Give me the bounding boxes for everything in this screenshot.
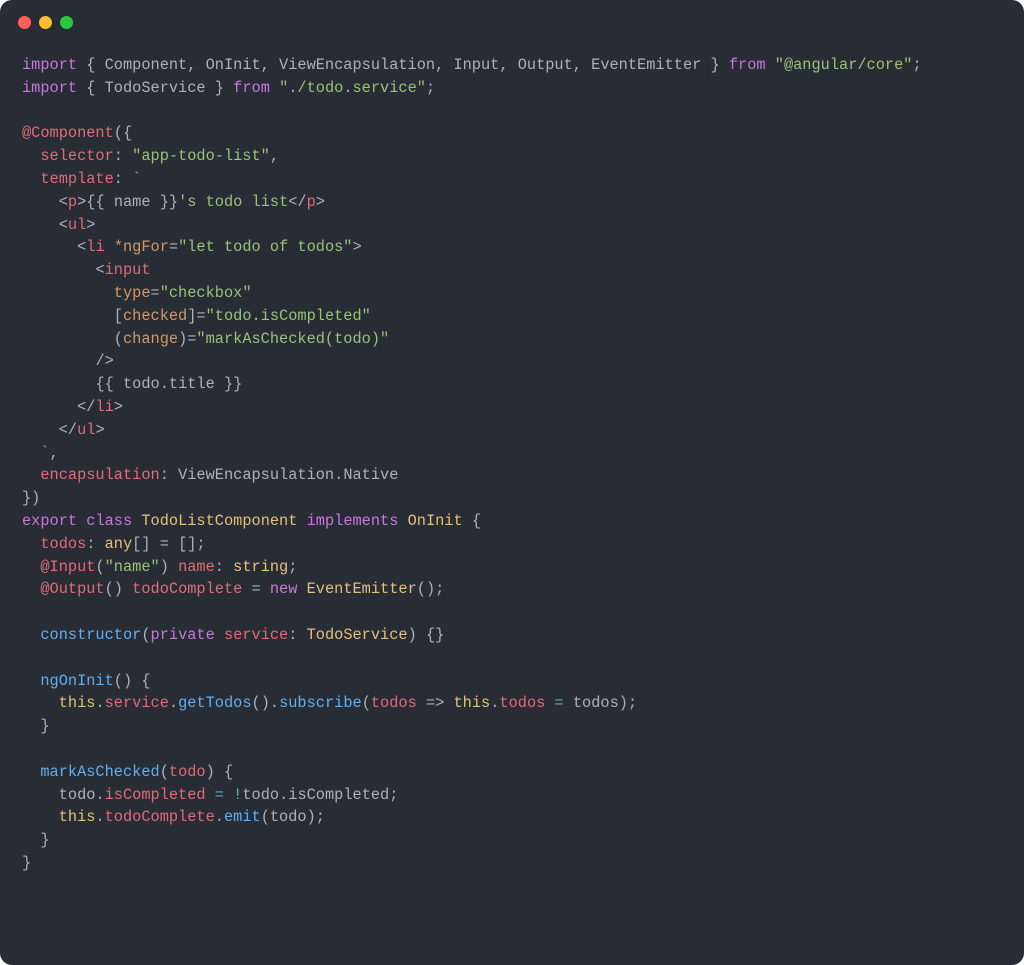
line-decorator-close: }) [22, 489, 40, 507]
line-ngoninit-close: } [22, 717, 50, 735]
close-icon[interactable] [18, 16, 31, 29]
line-selector: selector: "app-todo-list", [22, 147, 279, 165]
line-tpl-title: {{ todo.title }} [22, 375, 242, 393]
line-tpl-li-open: <li *ngFor="let todo of todos"> [22, 238, 362, 256]
line-ngoninit-body: this.service.getTodos().subscribe(todos … [22, 694, 637, 712]
window-titlebar [0, 0, 1024, 44]
line-markchecked-1: todo.isCompleted = !todo.isCompleted; [22, 786, 398, 804]
line-decorator: @Component({ [22, 124, 132, 142]
line-tpl-ul-open: <ul> [22, 216, 95, 234]
line-tpl-li-close: </li> [22, 398, 123, 416]
line-output-dec: @Output() todoComplete = new EventEmitte… [22, 580, 444, 598]
line-encapsulation: encapsulation: ViewEncapsulation.Native [22, 466, 398, 484]
line-ngoninit: ngOnInit() { [22, 672, 151, 690]
line-input-dec: @Input("name") name: string; [22, 558, 297, 576]
line-todos-prop: todos: any[] = []; [22, 535, 206, 553]
line-template-end: `, [22, 444, 59, 462]
line-markchecked-close: } [22, 831, 50, 849]
line-tpl-checked: [checked]="todo.isCompleted" [22, 307, 371, 325]
line-2: import { TodoService } from "./todo.serv… [22, 79, 435, 97]
line-markchecked-2: this.todoComplete.emit(todo); [22, 808, 325, 826]
line-tpl-input: <input [22, 261, 151, 279]
code-editor[interactable]: import { Component, OnInit, ViewEncapsul… [0, 44, 1024, 897]
line-class-close: } [22, 854, 31, 872]
code-window: import { Component, OnInit, ViewEncapsul… [0, 0, 1024, 965]
line-tpl-ul-close: </ul> [22, 421, 105, 439]
line-tpl-change: (change)="markAsChecked(todo)" [22, 330, 389, 348]
line-template-key: template: ` [22, 170, 141, 188]
line-constructor: constructor(private service: TodoService… [22, 626, 444, 644]
line-1: import { Component, OnInit, ViewEncapsul… [22, 56, 922, 74]
line-markchecked: markAsChecked(todo) { [22, 763, 233, 781]
line-tpl-p: <p>{{ name }}'s todo list</p> [22, 193, 325, 211]
minimize-icon[interactable] [39, 16, 52, 29]
line-class-decl: export class TodoListComponent implement… [22, 512, 481, 530]
line-tpl-type: type="checkbox" [22, 284, 252, 302]
zoom-icon[interactable] [60, 16, 73, 29]
line-tpl-selfclose: /> [22, 352, 114, 370]
